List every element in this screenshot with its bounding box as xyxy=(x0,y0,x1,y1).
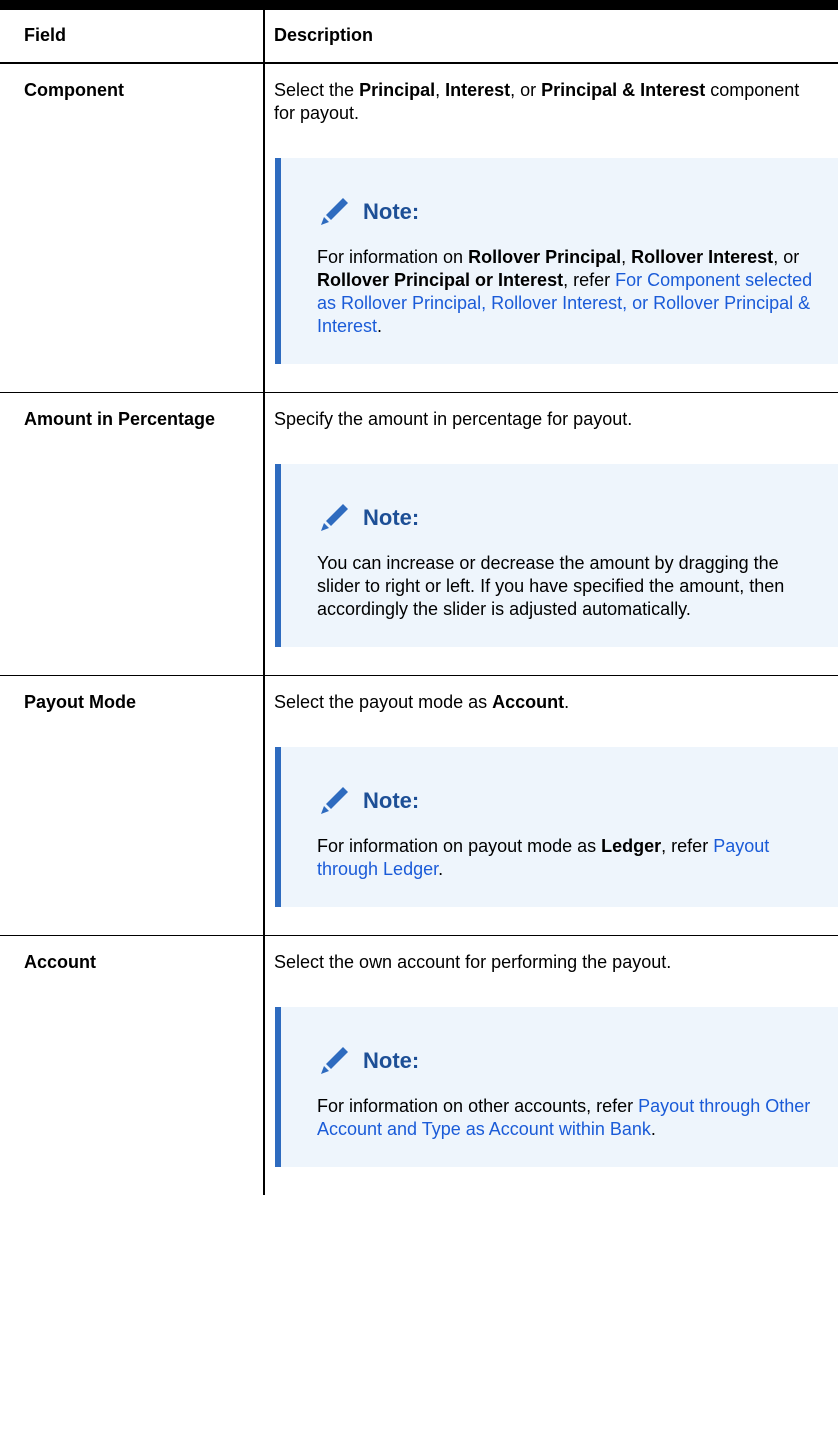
description-text: Select the Principal, Interest, or Princ… xyxy=(274,80,800,123)
top-rule xyxy=(0,0,838,10)
description-cell: Specify the amount in percentage for pay… xyxy=(264,392,838,676)
note-box: Note: For information on other accounts,… xyxy=(275,1007,838,1167)
field-name: Amount in Percentage xyxy=(24,409,216,429)
field-description-table: Field Description Component Select the P… xyxy=(0,10,838,1195)
description-cell: Select the payout mode as Account. Note:… xyxy=(264,675,838,936)
note-text: For information on other accounts, refer… xyxy=(317,1096,811,1139)
note-heading: Note: xyxy=(317,1040,820,1080)
table-row: Account Select the own account for perfo… xyxy=(0,935,838,1196)
pencil-icon xyxy=(321,504,348,531)
note-box: Note: For information on Rollover Princi… xyxy=(275,158,838,364)
note-box: Note: You can increase or decrease the a… xyxy=(275,464,838,647)
note-text: For information on Rollover Principal, R… xyxy=(317,247,813,336)
field-cell: Account xyxy=(0,935,265,1195)
pencil-icon xyxy=(321,1047,348,1074)
field-name: Component xyxy=(24,80,124,100)
note-heading: Note: xyxy=(317,497,820,537)
note-box: Note: For information on payout mode as … xyxy=(275,747,838,907)
column-header-field: Field xyxy=(0,10,265,64)
description-cell: Select the Principal, Interest, or Princ… xyxy=(264,63,838,393)
field-cell: Amount in Percentage xyxy=(0,392,265,676)
table-header-row: Field Description xyxy=(0,10,838,64)
pencil-icon xyxy=(321,198,348,225)
description-text: Select the payout mode as Account. xyxy=(274,692,570,712)
field-cell: Payout Mode xyxy=(0,675,265,936)
table-row: Payout Mode Select the payout mode as Ac… xyxy=(0,675,838,936)
column-header-description: Description xyxy=(264,10,838,64)
table-row: Amount in Percentage Specify the amount … xyxy=(0,392,838,676)
field-cell: Component xyxy=(0,63,265,393)
description-text: Select the own account for performing th… xyxy=(274,952,672,972)
pencil-icon xyxy=(321,787,348,814)
field-name: Payout Mode xyxy=(24,692,137,712)
note-text: For information on payout mode as Ledger… xyxy=(317,836,770,879)
note-text: You can increase or decrease the amount … xyxy=(317,553,785,619)
description-cell: Select the own account for performing th… xyxy=(264,936,838,1196)
note-heading: Note: xyxy=(317,780,820,820)
table-row: Component Select the Principal, Interest… xyxy=(0,63,838,393)
field-name: Account xyxy=(24,952,96,972)
description-text: Specify the amount in percentage for pay… xyxy=(274,409,633,429)
note-heading: Note: xyxy=(317,191,820,231)
